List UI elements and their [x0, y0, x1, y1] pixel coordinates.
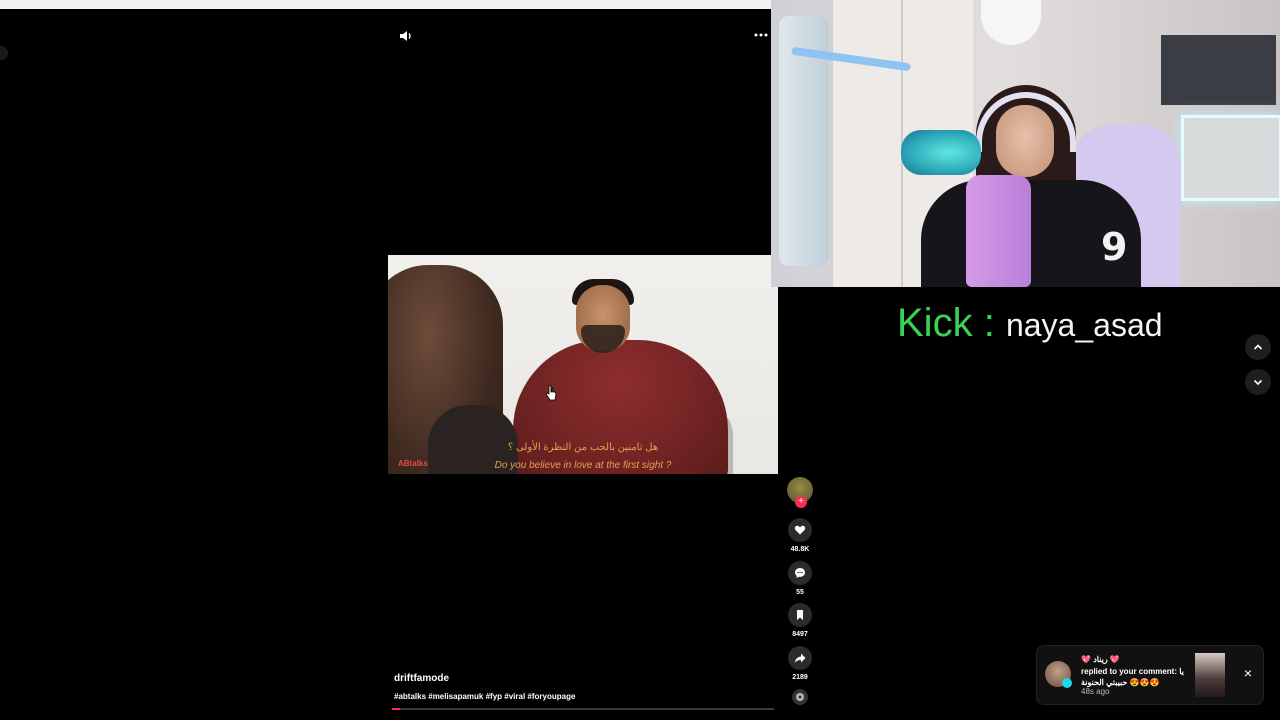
video-progress-fill	[392, 708, 400, 710]
video-subtitle-english: Do you believe in love at the first sigh…	[494, 460, 672, 471]
webcam-tv	[1161, 35, 1276, 105]
comment-count: 55	[796, 589, 804, 596]
video-author[interactable]: driftfamode	[394, 673, 449, 684]
kick-username: naya_asad	[1005, 307, 1163, 343]
chevron-down-icon	[1253, 379, 1263, 386]
chevron-up-icon	[1253, 344, 1263, 350]
video-progress-bar[interactable]	[392, 708, 774, 710]
edge-control[interactable]	[0, 46, 8, 60]
speaker-icon[interactable]	[398, 28, 414, 44]
webcam-overlay: 9	[771, 0, 1280, 287]
webcam-microphone	[901, 130, 981, 175]
comment-reply-notification[interactable]: 💖 ريناد 💖 replied to your comment: يا حب…	[1036, 645, 1264, 705]
notification-message: replied to your comment: يا حبيبتي الحنو…	[1081, 667, 1184, 687]
share-button[interactable]	[788, 646, 812, 670]
webcam-tumbler	[966, 175, 1031, 287]
share-count: 2189	[792, 674, 808, 681]
share-icon	[794, 653, 806, 663]
like-count: 48.8K	[790, 546, 810, 553]
video-subtitle-arabic: هل تامنين بالحب من النظرة الأولى ؟	[507, 442, 659, 453]
video-man-torso	[513, 340, 728, 474]
kick-channel-label: Kick : naya_asad	[897, 300, 1163, 348]
kick-word: Kick	[897, 301, 973, 345]
close-icon[interactable]: ×	[1241, 666, 1255, 680]
notification-username: 💖 ريناد 💖	[1081, 655, 1120, 664]
notification-timestamp: 48s ago	[1081, 687, 1110, 696]
save-count: 8497	[792, 631, 808, 638]
hand-cursor-icon	[545, 385, 557, 401]
browser-top-strip	[0, 0, 771, 9]
video-hashtags[interactable]: #abtalks #melisapamuk #fyp #viral #foryo…	[394, 692, 575, 701]
like-button[interactable]	[788, 518, 812, 542]
notification-video-thumbnail[interactable]	[1195, 653, 1225, 697]
comment-button[interactable]	[788, 561, 812, 585]
video-player[interactable]: هل تامنين بالحب من النظرة الأولى ؟ Do yo…	[388, 22, 778, 712]
bookmark-icon	[797, 610, 803, 620]
follow-button[interactable]: +	[795, 496, 807, 508]
comment-icon	[795, 568, 805, 578]
video-watermark: ABtalks	[398, 459, 428, 468]
save-button[interactable]	[788, 603, 812, 627]
ellipsis-icon[interactable]	[752, 26, 770, 44]
webcam-shirt-number: 9	[1101, 225, 1128, 269]
heart-icon	[794, 525, 806, 535]
video-frame[interactable]: هل تامنين بالحب من النظرة الأولى ؟ Do yo…	[388, 255, 778, 474]
kick-colon: :	[983, 301, 995, 345]
webcam-mirror	[1181, 115, 1280, 201]
previous-video-button[interactable]	[1245, 334, 1271, 360]
creator-avatar[interactable]: +	[787, 477, 813, 508]
music-disc-icon[interactable]	[791, 688, 809, 706]
next-video-button[interactable]	[1245, 369, 1271, 395]
verified-badge-icon	[1062, 678, 1072, 688]
